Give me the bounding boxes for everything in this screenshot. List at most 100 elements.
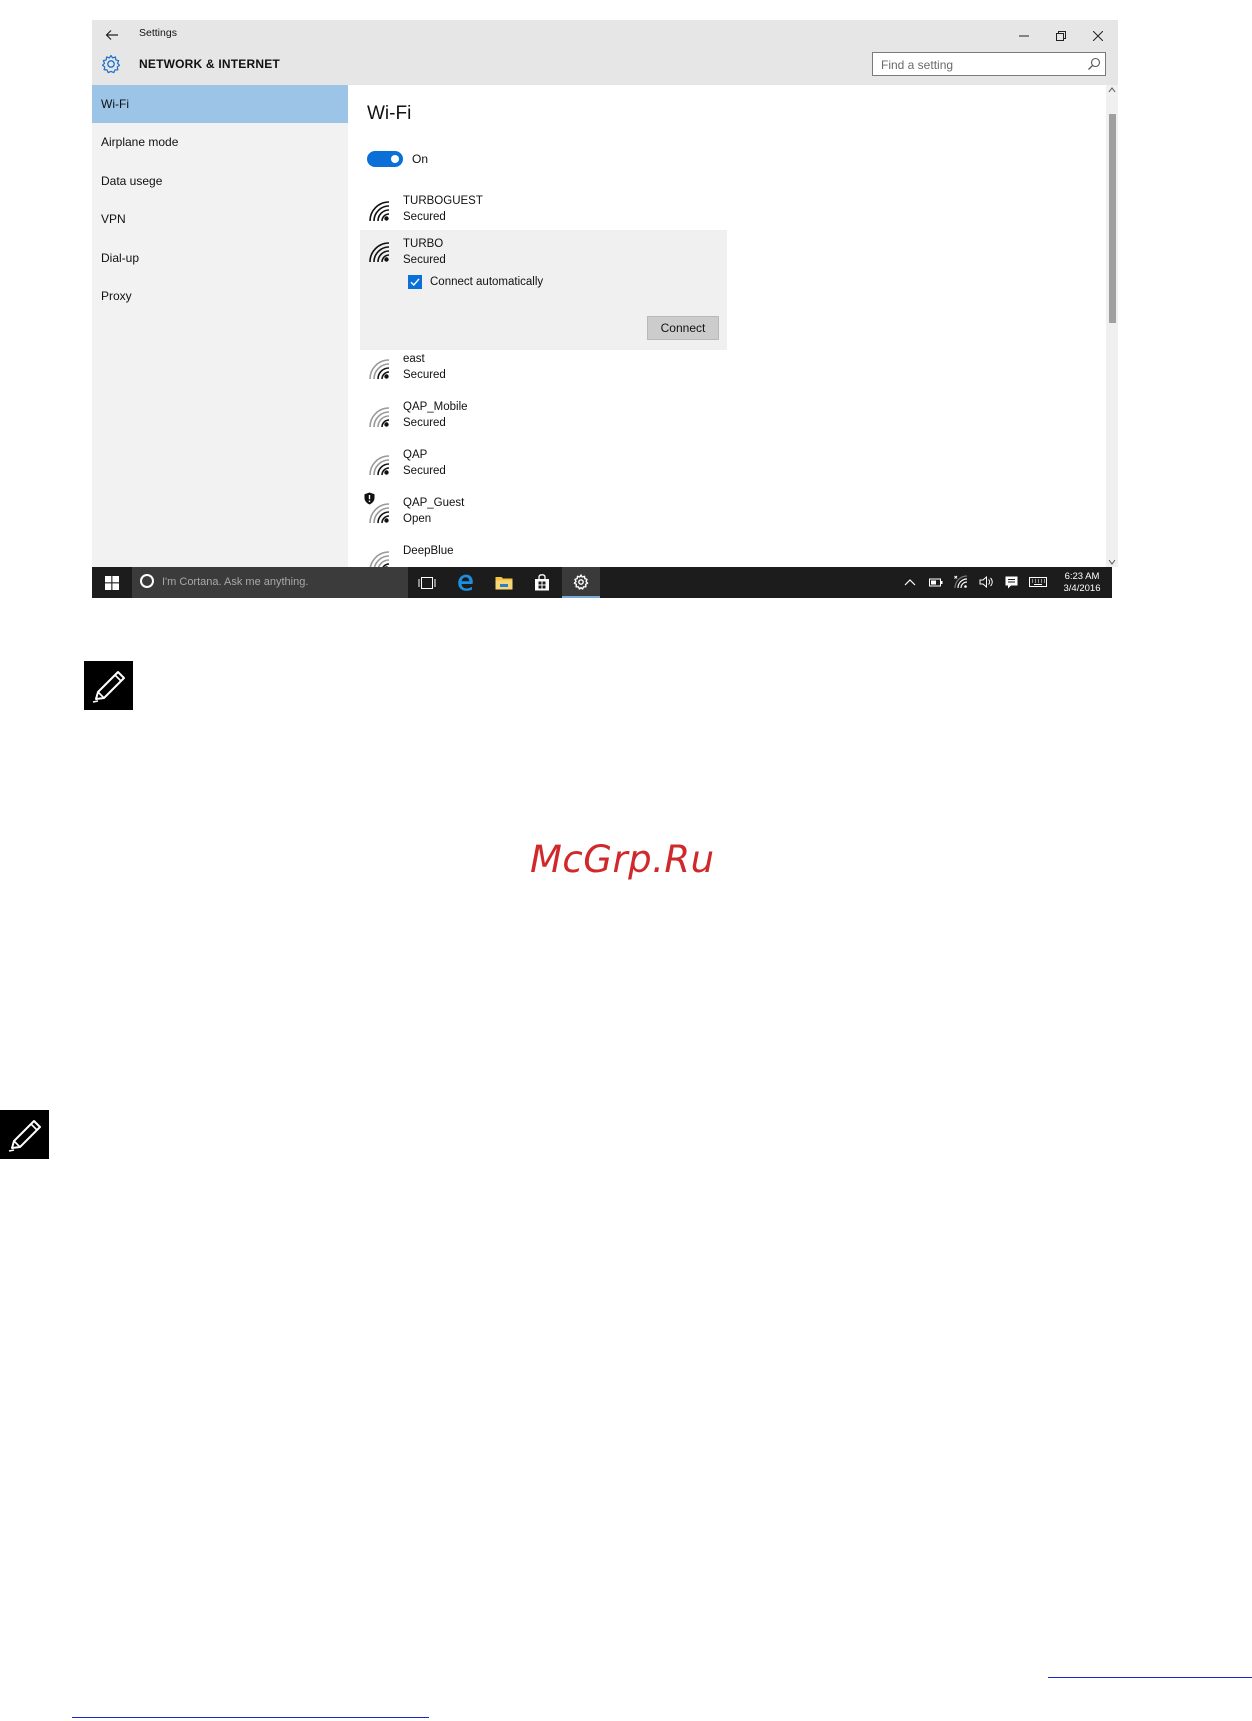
- gear-icon: [573, 573, 589, 590]
- network-name: TURBOGUEST: [403, 195, 483, 207]
- network-name: DeepBlue: [403, 545, 454, 557]
- scrollbar[interactable]: [1106, 85, 1118, 567]
- connect-automatically-checkbox[interactable]: [408, 275, 422, 289]
- wifi-signal-icon: [369, 407, 390, 428]
- clock-date: 3/4/2016: [1063, 583, 1101, 594]
- scroll-up-arrow-icon[interactable]: [1108, 86, 1116, 94]
- wifi-content-pane: Wi-Fi On TURBOGUEST Secured TURBO Secure…: [348, 85, 1106, 572]
- network-item[interactable]: QAP_Guest Open: [360, 492, 727, 539]
- connect-automatically-label: Connect automatically: [430, 276, 544, 288]
- search-box[interactable]: [872, 52, 1106, 76]
- show-hidden-icons-button[interactable]: [902, 575, 918, 589]
- sidebar-item-label: Data usege: [101, 174, 163, 188]
- wifi-signal-icon: [369, 455, 390, 476]
- minimize-icon: [1019, 35, 1029, 37]
- network-name: QAP_Guest: [403, 497, 465, 509]
- edge-browser-icon: [457, 574, 473, 591]
- minimize-button[interactable]: [1007, 22, 1041, 50]
- network-status: Secured: [403, 417, 446, 429]
- back-button[interactable]: [100, 23, 124, 47]
- sidebar-item-airplane-mode[interactable]: Airplane mode: [92, 123, 348, 161]
- store-bag-icon: [535, 574, 549, 591]
- wifi-signal-icon: [369, 359, 390, 380]
- watermark: McGrp.Ru: [530, 838, 715, 881]
- cortana-icon: [140, 574, 154, 588]
- sidebar-item-label: Proxy: [101, 289, 132, 303]
- sidebar-item-vpn[interactable]: VPN: [92, 200, 348, 238]
- wifi-signal-icon: [369, 503, 390, 524]
- network-status: Secured: [403, 254, 446, 266]
- wifi-toggle-label: On: [412, 152, 429, 166]
- keyboard-icon: [1029, 577, 1047, 587]
- sidebar-item-label: Airplane mode: [101, 135, 179, 149]
- taskbar: I'm Cortana. Ask me anything. 6:23 AM 3/…: [92, 567, 1118, 598]
- taskbar-clock[interactable]: 6:23 AM 3/4/2016: [1056, 571, 1108, 595]
- gear-icon: [101, 54, 121, 74]
- network-item[interactable]: QAP Secured: [360, 447, 727, 491]
- section-title: NETWORK & INTERNET: [139, 57, 280, 71]
- start-button[interactable]: [92, 567, 132, 598]
- sidebar-item-data-usage[interactable]: Data usege: [92, 162, 348, 200]
- note-pencil-icon: [0, 1110, 49, 1159]
- sidebar-item-label: Dial-up: [101, 251, 140, 265]
- scroll-thumb[interactable]: [1109, 114, 1116, 323]
- network-name: QAP: [403, 449, 428, 461]
- sidebar-item-dial-up[interactable]: Dial-up: [92, 239, 348, 277]
- show-desktop-button[interactable]: [1112, 567, 1118, 598]
- volume-tray-button[interactable]: [978, 575, 994, 589]
- task-view-icon: [418, 576, 436, 589]
- chevron-up-icon: [904, 579, 916, 586]
- page-title: Wi-Fi: [367, 103, 412, 124]
- network-status: Secured: [403, 465, 446, 477]
- sidebar-item-wifi[interactable]: Wi-Fi: [92, 85, 348, 123]
- network-item[interactable]: QAP_Mobile Secured: [360, 399, 727, 443]
- restore-button[interactable]: [1044, 22, 1078, 50]
- touch-keyboard-button[interactable]: [1028, 575, 1048, 589]
- scroll-down-arrow-icon[interactable]: [1108, 558, 1116, 566]
- wifi-signal-icon: [369, 201, 390, 222]
- action-center-button[interactable]: [1003, 575, 1019, 589]
- window-title: Settings: [139, 27, 177, 39]
- sidebar-item-label: Wi-Fi: [101, 97, 129, 111]
- toggle-knob: [391, 155, 399, 163]
- checkmark-icon: [410, 278, 420, 287]
- network-tray-button[interactable]: [953, 575, 969, 589]
- search-input[interactable]: [879, 55, 1083, 75]
- edge-button[interactable]: [446, 567, 484, 598]
- sidebar-item-proxy[interactable]: Proxy: [92, 277, 348, 315]
- network-name: east: [403, 353, 425, 365]
- wifi-signal-icon: [369, 242, 390, 263]
- store-button[interactable]: [523, 567, 561, 598]
- folder-icon: [495, 577, 513, 590]
- network-name: TURBO: [403, 238, 444, 250]
- restore-icon: [1056, 31, 1066, 41]
- close-icon: [1093, 31, 1103, 41]
- cortana-search-box[interactable]: I'm Cortana. Ask me anything.: [132, 567, 408, 598]
- speaker-icon: [979, 576, 993, 588]
- battery-icon: [929, 578, 943, 587]
- battery-tray-button[interactable]: [928, 575, 944, 589]
- note-pencil-icon: [84, 661, 133, 710]
- network-status: Open: [403, 513, 432, 525]
- network-item[interactable]: east Secured: [360, 351, 727, 395]
- wifi-toggle[interactable]: [367, 151, 403, 167]
- notification-icon: [1005, 576, 1017, 588]
- clock-time: 6:23 AM: [1064, 571, 1100, 582]
- search-icon: [1088, 57, 1101, 70]
- wifi-tray-icon: [954, 575, 968, 589]
- windows-logo-icon: [105, 576, 119, 590]
- network-item-expanded[interactable]: TURBO Secured Connect automatically Conn…: [360, 230, 727, 350]
- sidebar: Wi-Fi Airplane mode Data usege VPN Dial-…: [92, 85, 348, 567]
- cortana-placeholder: I'm Cortana. Ask me anything.: [162, 576, 309, 588]
- task-view-button[interactable]: [408, 567, 446, 598]
- title-bar: Settings NETWORK & INTERNET: [92, 20, 1118, 85]
- link-underline[interactable]: [72, 1717, 429, 1718]
- settings-taskbar-button[interactable]: [562, 567, 600, 598]
- back-arrow-icon: [105, 30, 118, 40]
- close-button[interactable]: [1081, 22, 1115, 50]
- file-explorer-button[interactable]: [485, 567, 523, 598]
- link-underline[interactable]: [1048, 1677, 1252, 1678]
- settings-window: Settings NETWORK & INTERNET Find a setti…: [92, 20, 1118, 598]
- connect-button[interactable]: Connect: [647, 316, 719, 340]
- sidebar-item-label: VPN: [101, 212, 126, 226]
